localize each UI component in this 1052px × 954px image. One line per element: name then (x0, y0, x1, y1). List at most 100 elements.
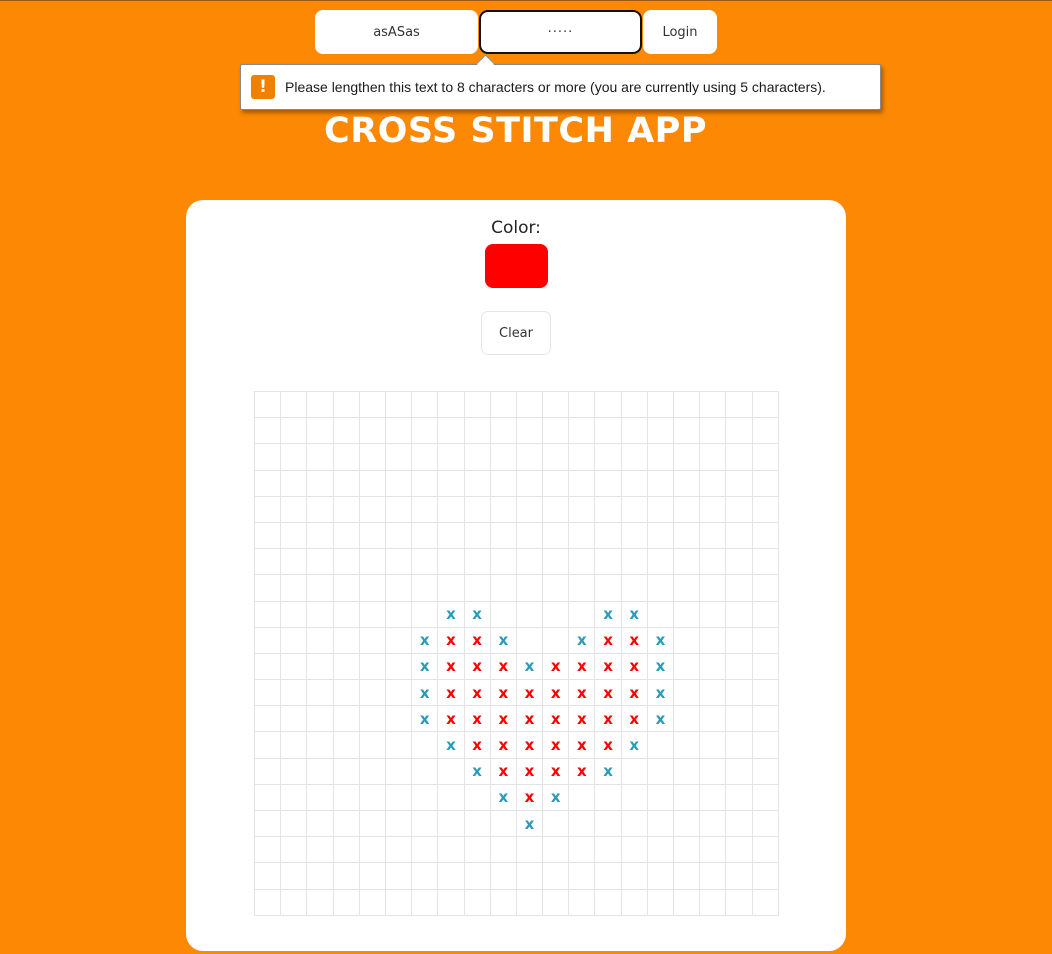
grid-cell[interactable] (307, 889, 334, 916)
grid-cell[interactable] (647, 601, 674, 628)
grid-cell[interactable] (700, 784, 727, 811)
grid-cell[interactable] (700, 732, 727, 759)
grid-cell[interactable] (700, 496, 727, 523)
grid-cell[interactable] (726, 470, 753, 497)
grid-cell[interactable] (385, 444, 413, 471)
grid-cell[interactable]: x (595, 680, 622, 707)
grid-cell[interactable] (464, 392, 491, 419)
grid-cell[interactable] (255, 470, 282, 497)
grid-cell[interactable] (333, 758, 360, 785)
grid-cell[interactable] (464, 496, 491, 523)
grid-cell[interactable] (359, 496, 386, 523)
grid-cell[interactable] (307, 444, 334, 471)
grid-cell[interactable] (543, 575, 570, 602)
grid-cell[interactable] (752, 601, 779, 628)
grid-cell[interactable] (255, 837, 282, 864)
grid-cell[interactable]: x (569, 758, 596, 785)
grid-cell[interactable] (543, 837, 570, 864)
grid-cell[interactable] (516, 444, 544, 471)
grid-cell[interactable] (674, 392, 701, 419)
grid-cell[interactable] (543, 863, 570, 890)
grid-cell[interactable]: x (543, 653, 570, 681)
grid-cell[interactable] (281, 575, 308, 602)
grid-cell[interactable] (281, 758, 308, 785)
grid-cell[interactable] (307, 863, 334, 890)
grid-cell[interactable] (359, 680, 386, 707)
grid-cell[interactable] (569, 392, 596, 419)
grid-cell[interactable] (595, 863, 622, 890)
grid-cell[interactable] (700, 758, 727, 785)
grid-cell[interactable] (647, 889, 674, 916)
grid-cell[interactable] (359, 575, 386, 602)
grid-cell[interactable]: x (490, 653, 517, 681)
grid-cell[interactable] (438, 758, 465, 785)
grid-cell[interactable] (359, 758, 386, 785)
grid-cell[interactable] (359, 889, 386, 916)
grid-cell[interactable]: x (569, 732, 596, 759)
grid-cell[interactable] (647, 470, 674, 497)
grid-cell[interactable] (385, 496, 413, 523)
grid-cell[interactable] (569, 575, 596, 602)
grid-cell[interactable] (255, 496, 282, 523)
grid-cell[interactable] (543, 522, 570, 550)
grid-cell[interactable] (385, 418, 413, 445)
grid-cell[interactable] (464, 863, 491, 890)
grid-cell[interactable] (255, 627, 282, 654)
grid-cell[interactable] (307, 758, 334, 785)
grid-cell[interactable] (438, 837, 465, 864)
grid-cell[interactable] (674, 496, 701, 523)
grid-cell[interactable] (621, 470, 648, 497)
grid-cell[interactable]: x (464, 706, 491, 733)
grid-cell[interactable] (726, 837, 753, 864)
grid-cell[interactable]: x (569, 653, 596, 681)
grid-cell[interactable] (490, 549, 517, 576)
grid-cell[interactable] (385, 601, 413, 628)
grid-cell[interactable]: x (516, 784, 544, 811)
grid-cell[interactable]: x (621, 732, 648, 759)
grid-cell[interactable]: x (516, 653, 544, 681)
grid-cell[interactable] (359, 627, 386, 654)
grid-cell[interactable] (752, 758, 779, 785)
grid-cell[interactable] (569, 601, 596, 628)
grid-cell[interactable] (412, 889, 439, 916)
grid-cell[interactable] (464, 418, 491, 445)
grid-cell[interactable] (307, 418, 334, 445)
grid-cell[interactable] (543, 392, 570, 419)
grid-cell[interactable] (595, 575, 622, 602)
grid-cell[interactable] (438, 496, 465, 523)
grid-cell[interactable] (307, 653, 334, 681)
grid-cell[interactable] (385, 889, 413, 916)
grid-cell[interactable] (281, 444, 308, 471)
grid-cell[interactable] (700, 444, 727, 471)
grid-cell[interactable] (516, 627, 544, 654)
grid-cell[interactable] (281, 653, 308, 681)
grid-cell[interactable] (752, 444, 779, 471)
grid-cell[interactable] (255, 575, 282, 602)
grid-cell[interactable] (255, 758, 282, 785)
grid-cell[interactable] (438, 470, 465, 497)
grid-cell[interactable]: x (490, 627, 517, 654)
grid-cell[interactable] (281, 549, 308, 576)
grid-cell[interactable] (412, 496, 439, 523)
grid-cell[interactable] (464, 837, 491, 864)
grid-cell[interactable] (385, 706, 413, 733)
grid-cell[interactable]: x (647, 627, 674, 654)
grid-cell[interactable] (752, 889, 779, 916)
grid-cell[interactable] (412, 549, 439, 576)
grid-cell[interactable]: x (647, 653, 674, 681)
grid-cell[interactable] (700, 889, 727, 916)
grid-cell[interactable] (752, 863, 779, 890)
grid-cell[interactable]: x (464, 601, 491, 628)
grid-cell[interactable] (569, 811, 596, 838)
grid-cell[interactable] (385, 522, 413, 550)
grid-cell[interactable] (516, 549, 544, 576)
clear-button[interactable]: Clear (481, 311, 551, 355)
grid-cell[interactable] (255, 680, 282, 707)
grid-cell[interactable] (700, 418, 727, 445)
grid-cell[interactable] (674, 418, 701, 445)
grid-cell[interactable] (569, 549, 596, 576)
grid-cell[interactable] (255, 863, 282, 890)
grid-cell[interactable] (752, 522, 779, 550)
grid-cell[interactable] (621, 496, 648, 523)
grid-cell[interactable] (385, 784, 413, 811)
